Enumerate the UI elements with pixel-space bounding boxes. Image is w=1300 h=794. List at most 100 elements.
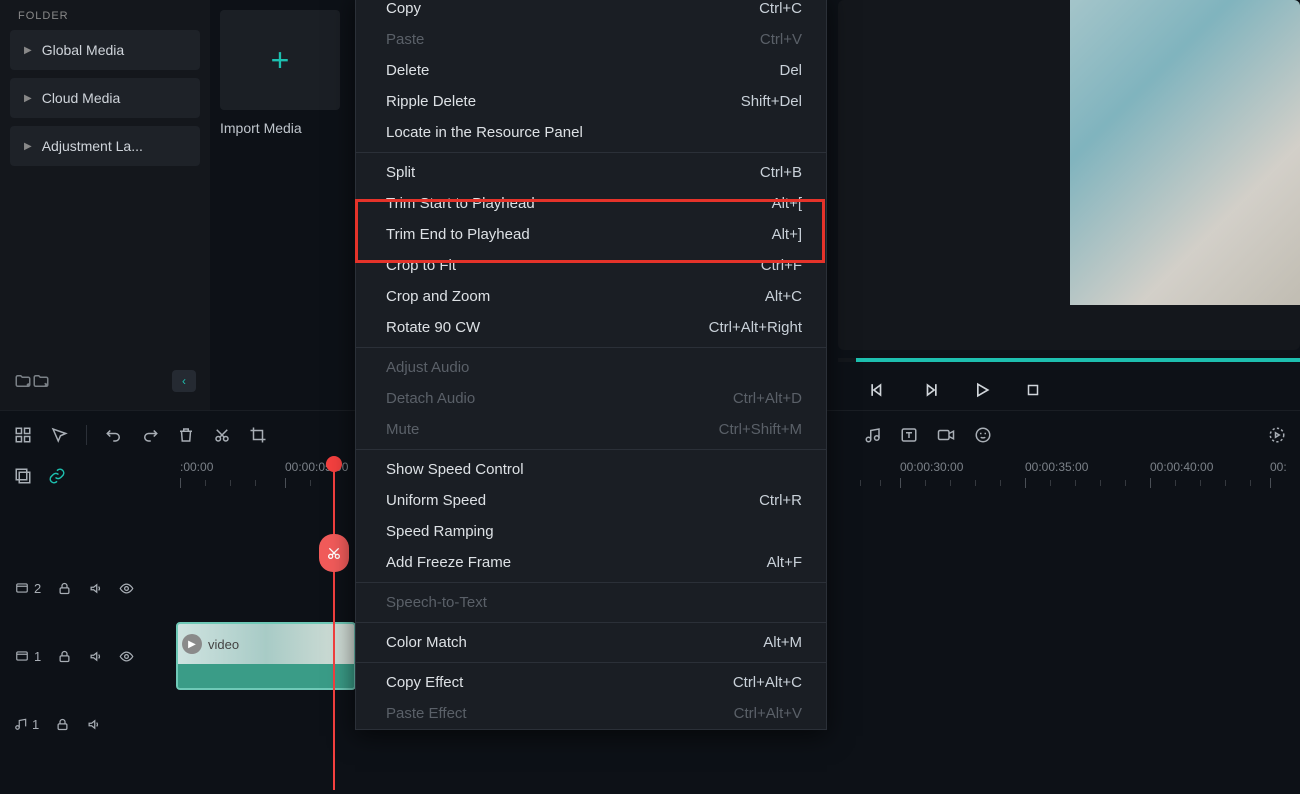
menu-item-crop-to-fit[interactable]: Crop to FitCtrl+F	[356, 250, 826, 281]
menu-separator	[356, 152, 826, 153]
sidebar-item-label: Cloud Media	[42, 90, 121, 106]
ruler-tick: 00:00:40:00	[1150, 460, 1213, 474]
menu-separator	[356, 449, 826, 450]
effects-tool-icon[interactable]	[974, 426, 992, 444]
menu-item-copy-effect[interactable]: Copy EffectCtrl+Alt+C	[356, 667, 826, 698]
clip-waveform	[178, 664, 354, 688]
ruler-minor-tick	[1250, 480, 1251, 486]
ruler-minor-tick	[1125, 480, 1126, 486]
menu-item-paste-effect: Paste EffectCtrl+Alt+V	[356, 698, 826, 729]
menu-item-copy[interactable]: CopyCtrl+C	[356, 0, 826, 24]
menu-item-add-freeze-frame[interactable]: Add Freeze FrameAlt+F	[356, 547, 826, 578]
cursor-tool-icon[interactable]	[50, 426, 68, 444]
sidebar: FOLDER ▶ Global Media ▶ Cloud Media ▶ Ad…	[0, 0, 210, 410]
sidebar-item-global-media[interactable]: ▶ Global Media	[10, 30, 200, 70]
sidebar-item-cloud-media[interactable]: ▶ Cloud Media	[10, 78, 200, 118]
ruler-minor-tick	[1100, 480, 1101, 486]
ruler-minor-tick	[1200, 480, 1201, 486]
track-label: 1	[14, 649, 41, 664]
link-toggle-icon[interactable]	[48, 467, 66, 485]
ruler-minor-tick	[230, 480, 231, 486]
split-tool-icon[interactable]	[213, 426, 231, 444]
undo-button[interactable]	[105, 426, 123, 444]
redo-button[interactable]	[141, 426, 159, 444]
collapse-sidebar-button[interactable]: ‹	[172, 370, 196, 392]
ruler-minor-tick	[1175, 480, 1176, 486]
video-clip[interactable]: ▶ video	[176, 622, 356, 690]
sidebar-item-adjustment-layer[interactable]: ▶ Adjustment La...	[10, 126, 200, 166]
ruler-tick: 00:	[1270, 460, 1287, 474]
chevron-right-icon: ▶	[24, 45, 32, 56]
chevron-right-icon: ▶	[24, 93, 32, 104]
grid-view-icon[interactable]	[14, 426, 32, 444]
crop-tool-icon[interactable]	[249, 426, 267, 444]
track-visibility-icon[interactable]	[119, 581, 134, 596]
preview-progress-fill	[856, 358, 1300, 362]
delete-folder-icon[interactable]	[32, 372, 50, 390]
next-frame-button[interactable]	[920, 380, 940, 400]
track-label: 1	[14, 717, 39, 732]
menu-separator	[356, 347, 826, 348]
preview-canvas[interactable]	[838, 0, 1300, 350]
menu-item-detach-audio: Detach AudioCtrl+Alt+D	[356, 383, 826, 414]
ruler-minor-tick	[1050, 480, 1051, 486]
menu-item-speed-ramping[interactable]: Speed Ramping	[356, 516, 826, 547]
ruler-minor-tick	[925, 480, 926, 486]
playhead-split-handle[interactable]	[319, 534, 349, 572]
ruler-minor-tick	[860, 480, 861, 486]
menu-item-locate-in-the-resource-panel[interactable]: Locate in the Resource Panel	[356, 117, 826, 148]
ruler-minor-tick	[1225, 480, 1226, 486]
track-visibility-icon[interactable]	[119, 649, 134, 664]
context-menu: CopyCtrl+CPasteCtrl+VDeleteDelRipple Del…	[355, 0, 827, 730]
ruler-minor-tick	[950, 480, 951, 486]
menu-item-paste: PasteCtrl+V	[356, 24, 826, 55]
menu-item-delete[interactable]: DeleteDel	[356, 55, 826, 86]
menu-item-adjust-audio: Adjust Audio	[356, 352, 826, 383]
add-track-icon[interactable]	[14, 467, 32, 485]
preview-panel	[818, 0, 1300, 410]
track-lock-icon[interactable]	[55, 717, 70, 732]
record-tool-icon[interactable]	[936, 426, 956, 444]
ruler-minor-tick	[310, 480, 311, 486]
render-button[interactable]	[1268, 426, 1286, 444]
preview-frame	[1070, 0, 1300, 305]
menu-item-split[interactable]: SplitCtrl+B	[356, 157, 826, 188]
track-lock-icon[interactable]	[57, 649, 72, 664]
ruler-tick: :00:00	[180, 460, 213, 474]
ruler-tick: 00:00:35:00	[1025, 460, 1088, 474]
sidebar-item-label: Global Media	[42, 42, 125, 58]
track-mute-icon[interactable]	[88, 649, 103, 664]
clip-name: video	[208, 637, 239, 652]
preview-progress[interactable]	[838, 358, 1300, 362]
ruler-minor-tick	[880, 480, 881, 486]
delete-button[interactable]	[177, 426, 195, 444]
menu-separator	[356, 622, 826, 623]
ruler-minor-tick	[975, 480, 976, 486]
menu-item-color-match[interactable]: Color MatchAlt+M	[356, 627, 826, 658]
menu-item-trim-start-to-playhead[interactable]: Trim Start to PlayheadAlt+[	[356, 188, 826, 219]
ruler-minor-tick	[1075, 480, 1076, 486]
import-media-button[interactable]: +	[220, 10, 340, 110]
track-mute-icon[interactable]	[86, 717, 101, 732]
playhead[interactable]	[333, 460, 335, 790]
menu-item-rotate-90-cw[interactable]: Rotate 90 CWCtrl+Alt+Right	[356, 312, 826, 343]
play-button[interactable]	[972, 380, 992, 400]
prev-frame-button[interactable]	[868, 380, 888, 400]
menu-item-crop-and-zoom[interactable]: Crop and ZoomAlt+C	[356, 281, 826, 312]
track-mute-icon[interactable]	[88, 581, 103, 596]
media-panel: + Import Media	[210, 0, 355, 410]
new-folder-icon[interactable]	[14, 372, 32, 390]
chevron-right-icon: ▶	[24, 141, 32, 152]
menu-separator	[356, 582, 826, 583]
text-tool-icon[interactable]	[900, 426, 918, 444]
stop-button[interactable]	[1024, 381, 1042, 399]
menu-item-ripple-delete[interactable]: Ripple DeleteShift+Del	[356, 86, 826, 117]
import-media-label: Import Media	[220, 120, 345, 136]
menu-item-show-speed-control[interactable]: Show Speed Control	[356, 454, 826, 485]
menu-item-trim-end-to-playhead[interactable]: Trim End to PlayheadAlt+]	[356, 219, 826, 250]
ruler-minor-tick	[255, 480, 256, 486]
menu-item-uniform-speed[interactable]: Uniform SpeedCtrl+R	[356, 485, 826, 516]
track-lock-icon[interactable]	[57, 581, 72, 596]
audio-tool-icon[interactable]	[864, 426, 882, 444]
sidebar-item-label: Adjustment La...	[42, 138, 143, 154]
